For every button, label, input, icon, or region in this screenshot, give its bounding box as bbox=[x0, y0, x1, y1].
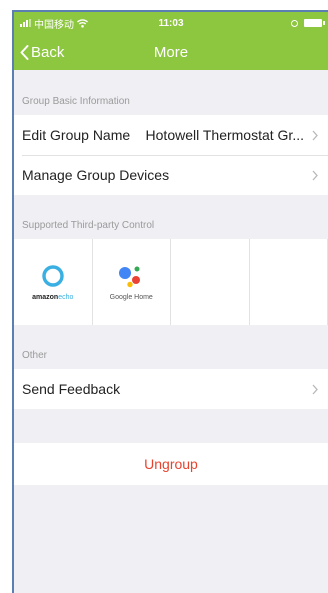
send-feedback-label: Send Feedback bbox=[22, 381, 121, 397]
group-other: Send Feedback bbox=[14, 369, 328, 409]
section-header-basic-info: Group Basic Information bbox=[22, 96, 130, 107]
status-left: 中国移动 bbox=[20, 16, 88, 31]
wifi-icon bbox=[77, 18, 88, 28]
chevron-left-icon bbox=[20, 44, 29, 60]
group-name-value: Hotowell Thermostat Gr... bbox=[145, 127, 304, 143]
signal-icon bbox=[20, 19, 31, 27]
status-bar: 中国移动 11:03 bbox=[14, 12, 328, 34]
section-header-third-party: Supported Third-party Control bbox=[22, 220, 155, 231]
battery-icon bbox=[304, 19, 325, 27]
amazon-echo-logo bbox=[42, 264, 64, 287]
back-label: Back bbox=[31, 43, 65, 61]
amazon-echo-caption: amazonecho bbox=[32, 294, 73, 301]
section-header-other: Other bbox=[22, 350, 48, 361]
chevron-right-icon bbox=[312, 384, 318, 395]
amazon-wordmark: amazon bbox=[32, 293, 59, 301]
echo-wordmark: echo bbox=[58, 293, 74, 301]
empty-tile bbox=[250, 239, 328, 325]
chevron-right-icon bbox=[312, 130, 318, 141]
send-feedback-row[interactable]: Send Feedback bbox=[14, 369, 328, 409]
orientation-lock-icon bbox=[291, 19, 298, 27]
status-right bbox=[291, 19, 325, 27]
empty-tile bbox=[171, 239, 250, 325]
third-party-control-grid: amazonecho Google Home bbox=[14, 239, 328, 325]
manage-group-devices-label: Manage Group Devices bbox=[22, 167, 170, 183]
edit-group-name-label: Edit Group Name bbox=[22, 127, 131, 143]
app-screen: 中国移动 11:03 Back More Group Basic Informa… bbox=[12, 10, 328, 593]
edit-group-name-row[interactable]: Edit Group Name Hotowell Thermostat Gr..… bbox=[14, 115, 328, 155]
ungroup-button[interactable]: Ungroup bbox=[14, 443, 328, 485]
group-basic-info: Edit Group Name Hotowell Thermostat Gr..… bbox=[14, 115, 328, 195]
back-button[interactable]: Back bbox=[14, 44, 64, 61]
carrier-name: 中国移动 bbox=[34, 19, 74, 31]
amazon-echo-tile[interactable]: amazonecho bbox=[14, 239, 93, 325]
google-home-caption: Google Home bbox=[109, 293, 153, 301]
chevron-right-icon bbox=[312, 170, 318, 181]
manage-group-devices-row[interactable]: Manage Group Devices bbox=[14, 155, 328, 195]
google-home-tile[interactable]: Google Home bbox=[93, 239, 171, 325]
google-home-logo bbox=[119, 266, 141, 287]
nav-bar: Back More bbox=[14, 34, 328, 70]
